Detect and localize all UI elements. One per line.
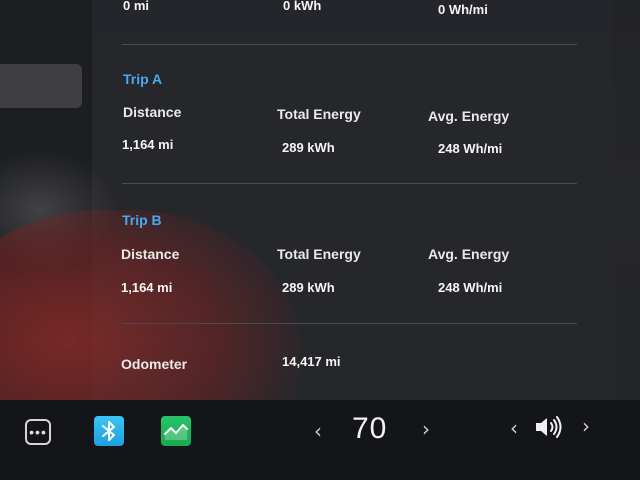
trip-a-total-energy-value: 289 kWh: [282, 140, 335, 155]
trip-b-distance-label: Distance: [121, 246, 180, 262]
trip-b-avg-energy-label: Avg. Energy: [428, 246, 510, 262]
trip-b-avg-energy-value: 248 Wh/mi: [438, 280, 503, 295]
divider: [122, 323, 577, 324]
top-distance-value: 0 mi: [123, 0, 150, 13]
trip-b-distance-value: 1,164 mi: [121, 280, 173, 295]
trip-a-distance-value: 1,164 mi: [122, 137, 174, 152]
trip-a-avg-energy-label: Avg. Energy: [428, 108, 510, 124]
odometer-value: 14,417 mi: [282, 354, 341, 369]
more-dots-icon[interactable]: •••: [25, 419, 51, 445]
divider: [122, 183, 577, 184]
temperature-display[interactable]: 70: [352, 412, 387, 446]
divider: [122, 44, 577, 45]
volume-increase-button[interactable]: ›: [582, 416, 590, 436]
temperature-decrease-button[interactable]: ‹: [314, 421, 322, 441]
odometer-label: Odometer: [121, 356, 188, 372]
energy-graph-glyph: [164, 424, 188, 440]
side-tab-selected[interactable]: [0, 64, 82, 108]
top-total-energy-value: 0 kWh: [283, 0, 322, 13]
volume-decrease-button[interactable]: ‹: [510, 418, 518, 438]
trip-b-total-energy-label: Total Energy: [277, 246, 361, 262]
trips-panel: [92, 0, 612, 400]
trip-b-total-energy-value: 289 kWh: [282, 280, 335, 295]
top-avg-energy-value: 0 Wh/mi: [438, 2, 488, 17]
trip-a-total-energy-label: Total Energy: [277, 106, 361, 122]
trip-a-avg-energy-value: 248 Wh/mi: [438, 141, 503, 156]
bluetooth-glyph: [102, 421, 115, 441]
trip-a-distance-label: Distance: [123, 104, 182, 120]
speaker-volume-icon[interactable]: [532, 413, 566, 441]
bluetooth-icon[interactable]: [94, 416, 124, 446]
temperature-increase-button[interactable]: ›: [422, 419, 430, 439]
touchscreen: 0 mi 0 kWh 0 Wh/mi Trip A Distance Total…: [0, 0, 640, 480]
side-panel: [0, 0, 92, 400]
trip-b-title: Trip B: [122, 212, 162, 228]
speaker-glyph: [536, 416, 562, 438]
trip-a-title: Trip A: [123, 71, 163, 87]
energy-graph-icon[interactable]: [161, 416, 191, 446]
